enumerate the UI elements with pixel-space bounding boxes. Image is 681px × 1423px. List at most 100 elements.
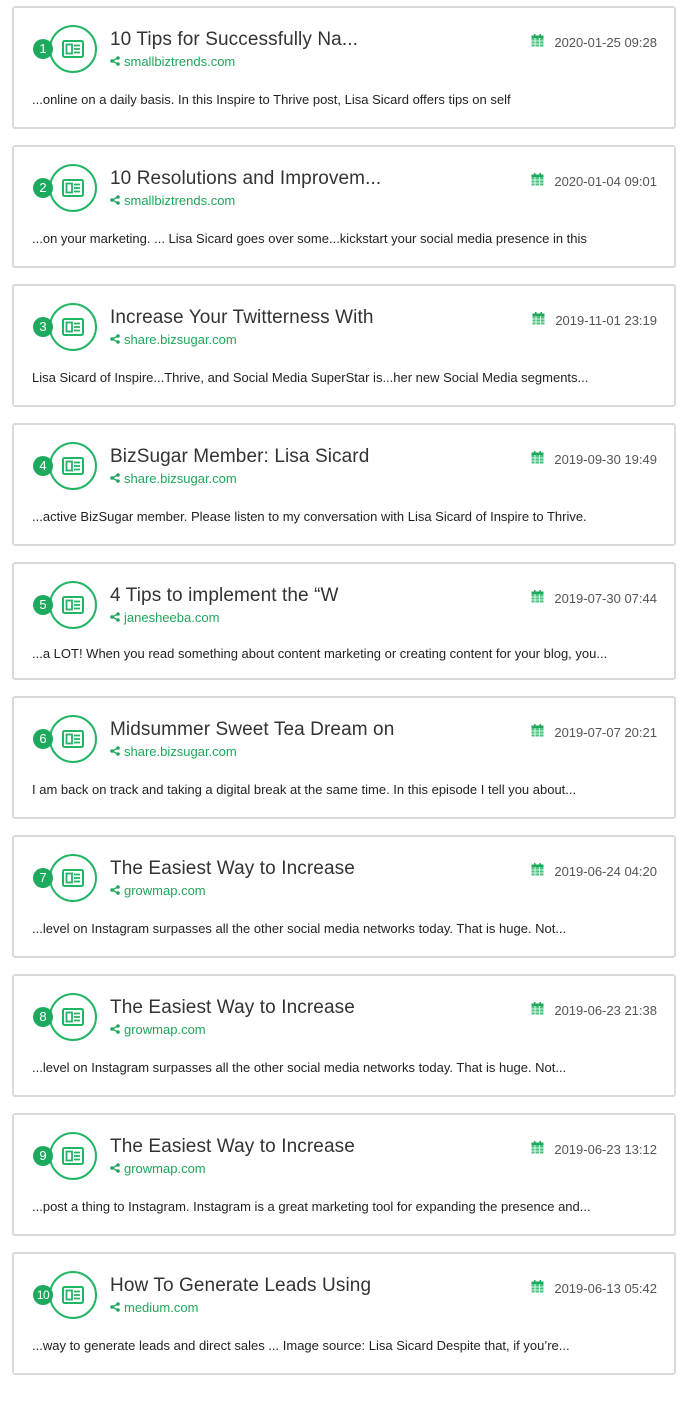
- source-domain[interactable]: medium.com: [124, 1300, 198, 1315]
- result-source[interactable]: growmap.com: [110, 1022, 206, 1037]
- result-source[interactable]: share.bizsugar.com: [110, 471, 237, 486]
- share-icon: [110, 193, 120, 208]
- source-domain[interactable]: share.bizsugar.com: [124, 744, 237, 759]
- rank-badge: 4: [33, 456, 53, 476]
- date-text: 2019-07-07 20:21: [554, 724, 657, 740]
- result-title[interactable]: BizSugar Member: Lisa Sicard: [110, 446, 369, 468]
- newspaper-icon: [49, 303, 97, 351]
- rank-badge: 5: [33, 595, 53, 615]
- rank-badge: 1: [33, 39, 53, 59]
- result-title[interactable]: Midsummer Sweet Tea Dream on: [110, 719, 394, 741]
- result-card[interactable]: 1 10 Tips for Successfully Na... smallbi…: [12, 6, 676, 129]
- share-icon: [110, 332, 120, 347]
- result-card[interactable]: 8 The Easiest Way to Increase growmap.co…: [12, 974, 676, 1097]
- rank-badge: 6: [33, 729, 53, 749]
- result-card[interactable]: 2 10 Resolutions and Improvem... smallbi…: [12, 145, 676, 268]
- result-date: 2019-06-23 21:38: [531, 1002, 657, 1018]
- result-card[interactable]: 5 4 Tips to implement the “W janesheeba.…: [12, 562, 676, 680]
- result-title[interactable]: 10 Tips for Successfully Na...: [110, 29, 358, 51]
- source-domain[interactable]: growmap.com: [124, 883, 206, 898]
- date-text: 2019-06-23 21:38: [554, 1002, 657, 1018]
- result-source[interactable]: smallbiztrends.com: [110, 54, 235, 69]
- newspaper-icon: [49, 1271, 97, 1319]
- rank-badge: 7: [33, 868, 53, 888]
- newspaper-icon: [49, 581, 97, 629]
- result-date: 2019-06-24 04:20: [531, 863, 657, 879]
- result-source[interactable]: smallbiztrends.com: [110, 193, 235, 208]
- result-source[interactable]: share.bizsugar.com: [110, 744, 237, 759]
- result-snippet: I am back on track and taking a digital …: [32, 782, 577, 797]
- source-domain[interactable]: smallbiztrends.com: [124, 193, 235, 208]
- result-card[interactable]: 10 How To Generate Leads Using medium.co…: [12, 1252, 676, 1375]
- result-card[interactable]: 6 Midsummer Sweet Tea Dream on share.biz…: [12, 696, 676, 819]
- calendar-icon: [531, 1002, 544, 1018]
- date-text: 2019-07-30 07:44: [554, 590, 657, 606]
- newspaper-icon: [49, 164, 97, 212]
- date-text: 2019-11-01 23:19: [555, 312, 657, 328]
- result-date: 2020-01-25 09:28: [531, 34, 657, 50]
- share-icon: [110, 610, 120, 625]
- result-card[interactable]: 4 BizSugar Member: Lisa Sicard share.biz…: [12, 423, 676, 546]
- result-snippet: ...post a thing to Instagram. Instagram …: [32, 1199, 591, 1214]
- date-text: 2020-01-25 09:28: [554, 34, 657, 50]
- result-card[interactable]: 7 The Easiest Way to Increase growmap.co…: [12, 835, 676, 958]
- result-snippet: Lisa Sicard of Inspire...Thrive, and Soc…: [32, 370, 589, 385]
- newspaper-icon: [49, 993, 97, 1041]
- result-date: 2019-09-30 19:49: [531, 451, 657, 467]
- result-snippet: ...a LOT! When you read something about …: [32, 646, 608, 661]
- share-icon: [110, 54, 120, 69]
- share-icon: [110, 471, 120, 486]
- result-card[interactable]: 3 Increase Your Twitterness With share.b…: [12, 284, 676, 407]
- result-title[interactable]: 4 Tips to implement the “W: [110, 585, 339, 607]
- result-source[interactable]: share.bizsugar.com: [110, 332, 237, 347]
- result-snippet: ...on your marketing. ... Lisa Sicard go…: [32, 231, 587, 246]
- result-title[interactable]: Increase Your Twitterness With: [110, 307, 374, 329]
- date-text: 2019-06-23 13:12: [554, 1141, 657, 1157]
- result-date: 2019-07-30 07:44: [531, 590, 657, 606]
- share-icon: [110, 1300, 120, 1315]
- calendar-icon: [531, 863, 544, 879]
- rank-badge: 2: [33, 178, 53, 198]
- source-domain[interactable]: share.bizsugar.com: [124, 332, 237, 347]
- result-date: 2020-01-04 09:01: [531, 173, 657, 189]
- calendar-icon: [531, 1141, 544, 1157]
- results-list: 1 10 Tips for Successfully Na... smallbi…: [12, 6, 676, 1391]
- result-title[interactable]: The Easiest Way to Increase: [110, 858, 355, 880]
- share-icon: [110, 883, 120, 898]
- result-title[interactable]: The Easiest Way to Increase: [110, 997, 355, 1019]
- date-text: 2019-06-13 05:42: [554, 1280, 657, 1296]
- result-title[interactable]: 10 Resolutions and Improvem...: [110, 168, 381, 190]
- newspaper-icon: [49, 715, 97, 763]
- result-snippet: ...active BizSugar member. Please listen…: [32, 509, 587, 524]
- result-title[interactable]: The Easiest Way to Increase: [110, 1136, 355, 1158]
- result-source[interactable]: growmap.com: [110, 1161, 206, 1176]
- rank-badge: 3: [33, 317, 53, 337]
- calendar-icon: [531, 724, 544, 740]
- source-domain[interactable]: growmap.com: [124, 1161, 206, 1176]
- newspaper-icon: [49, 25, 97, 73]
- result-source[interactable]: growmap.com: [110, 883, 206, 898]
- result-snippet: ...level on Instagram surpasses all the …: [32, 921, 567, 936]
- rank-badge: 9: [33, 1146, 53, 1166]
- calendar-icon: [531, 451, 544, 467]
- newspaper-icon: [49, 442, 97, 490]
- share-icon: [110, 1161, 120, 1176]
- calendar-icon: [531, 34, 544, 50]
- result-source[interactable]: medium.com: [110, 1300, 198, 1315]
- share-icon: [110, 1022, 120, 1037]
- result-source[interactable]: janesheeba.com: [110, 610, 219, 625]
- result-date: 2019-06-13 05:42: [531, 1280, 657, 1296]
- source-domain[interactable]: smallbiztrends.com: [124, 54, 235, 69]
- newspaper-icon: [49, 854, 97, 902]
- newspaper-icon: [49, 1132, 97, 1180]
- source-domain[interactable]: share.bizsugar.com: [124, 471, 237, 486]
- result-title[interactable]: How To Generate Leads Using: [110, 1275, 371, 1297]
- result-card[interactable]: 9 The Easiest Way to Increase growmap.co…: [12, 1113, 676, 1236]
- date-text: 2020-01-04 09:01: [554, 173, 657, 189]
- date-text: 2019-09-30 19:49: [554, 451, 657, 467]
- calendar-icon: [532, 312, 545, 328]
- rank-badge: 10: [33, 1285, 53, 1305]
- source-domain[interactable]: janesheeba.com: [124, 610, 219, 625]
- rank-badge: 8: [33, 1007, 53, 1027]
- source-domain[interactable]: growmap.com: [124, 1022, 206, 1037]
